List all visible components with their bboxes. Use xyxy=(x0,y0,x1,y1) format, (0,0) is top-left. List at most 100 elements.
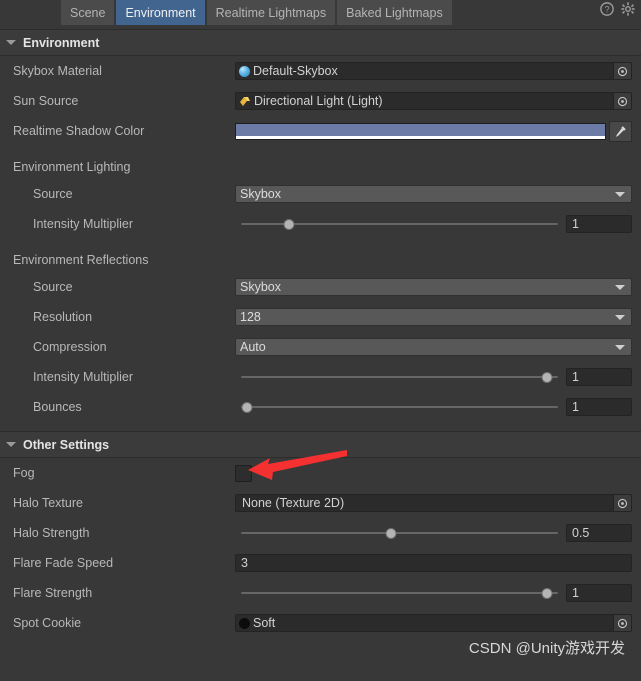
sun-source-value: Directional Light (Light) xyxy=(254,94,383,108)
slider-track xyxy=(241,532,558,534)
realtime-shadow-color-swatch[interactable] xyxy=(235,122,606,140)
other-settings-section-body: Fog Halo Texture None (Texture 2D) Halo … xyxy=(0,458,641,638)
spot-cookie-object-field[interactable]: Soft xyxy=(235,614,632,632)
environment-lighting-intensity-value-field[interactable]: 1 xyxy=(566,215,632,233)
row-environment-reflections-bounces: Bounces 1 xyxy=(0,392,641,422)
section-header-environment[interactable]: Environment xyxy=(0,29,641,56)
row-flare-strength: Flare Strength 1 xyxy=(0,578,641,608)
environment-lighting-source-dropdown[interactable]: Skybox xyxy=(235,185,632,203)
skybox-material-object-field[interactable]: Default-Skybox xyxy=(235,62,632,80)
halo-strength-value: 0.5 xyxy=(572,526,590,540)
gear-icon[interactable] xyxy=(621,2,635,16)
environment-reflections-source-value: Skybox xyxy=(240,280,281,294)
tab-baked-lightmaps[interactable]: Baked Lightmaps xyxy=(337,0,452,25)
chevron-down-icon xyxy=(615,315,625,320)
color-swatch-alpha-bar xyxy=(236,135,605,139)
row-environment-lighting-group: Environment Lighting xyxy=(0,155,641,179)
environment-reflections-compression-field-wrap: Auto xyxy=(235,338,641,356)
row-environment-lighting-source: Source Skybox xyxy=(0,179,641,209)
environment-reflections-bounces-value-field[interactable]: 1 xyxy=(566,398,632,416)
row-environment-reflections-resolution: Resolution 128 xyxy=(0,302,641,332)
help-icon[interactable]: ? xyxy=(600,2,614,16)
environment-reflections-compression-dropdown[interactable]: Auto xyxy=(235,338,632,356)
environment-lighting-intensity-slider[interactable] xyxy=(235,215,560,233)
environment-reflections-intensity-value-field[interactable]: 1 xyxy=(566,368,632,386)
sun-source-object-picker-icon[interactable] xyxy=(613,93,631,109)
slider-track xyxy=(241,406,558,408)
skybox-material-field-wrap: Default-Skybox xyxy=(235,62,641,80)
slider-knob[interactable] xyxy=(541,587,553,599)
sun-source-object-field[interactable]: Directional Light (Light) xyxy=(235,92,632,110)
tab-environment-label: Environment xyxy=(125,5,196,20)
svg-text:?: ? xyxy=(605,5,610,15)
environment-reflections-intensity-field-wrap: 1 xyxy=(235,368,641,386)
environment-reflections-source-dropdown[interactable]: Skybox xyxy=(235,278,632,296)
slider-knob[interactable] xyxy=(283,218,295,230)
foldout-triangle-icon[interactable] xyxy=(6,442,16,447)
fog-checkbox[interactable] xyxy=(235,464,252,482)
spot-cookie-object-picker-icon[interactable] xyxy=(613,615,631,631)
environment-reflections-source-field-wrap: Skybox xyxy=(235,278,641,296)
row-realtime-shadow-color: Realtime Shadow Color xyxy=(0,116,641,146)
flare-fade-speed-label: Flare Fade Speed xyxy=(13,556,114,570)
halo-texture-object-field[interactable]: None (Texture 2D) xyxy=(235,494,632,512)
texture-preview-icon xyxy=(239,617,250,629)
environment-reflections-source-label: Source xyxy=(33,280,73,294)
environment-reflections-resolution-label: Resolution xyxy=(33,310,93,324)
slider-knob[interactable] xyxy=(541,371,553,383)
tab-realtime-lightmaps[interactable]: Realtime Lightmaps xyxy=(206,0,336,25)
row-flare-fade-speed: Flare Fade Speed 3 xyxy=(0,548,641,578)
flare-strength-value: 1 xyxy=(572,586,579,600)
environment-lighting-source-value: Skybox xyxy=(240,187,281,201)
halo-strength-field-wrap: 0.5 xyxy=(235,524,641,542)
sun-source-field-wrap: Directional Light (Light) xyxy=(235,92,641,110)
skybox-material-label: Skybox Material xyxy=(13,64,102,78)
environment-reflections-intensity-label: Intensity Multiplier xyxy=(33,370,134,384)
environment-reflections-resolution-field-wrap: 128 xyxy=(235,308,641,326)
spot-cookie-label: Spot Cookie xyxy=(13,616,82,630)
spot-cookie-value: Soft xyxy=(253,616,276,630)
halo-strength-slider[interactable] xyxy=(235,524,560,542)
directional-light-icon xyxy=(240,97,250,106)
slider-knob[interactable] xyxy=(241,401,253,413)
chevron-down-icon xyxy=(615,345,625,350)
tab-realtime-lightmaps-label: Realtime Lightmaps xyxy=(215,5,327,20)
section-header-other-settings[interactable]: Other Settings xyxy=(0,431,641,458)
halo-texture-object-picker-icon[interactable] xyxy=(613,495,631,511)
environment-reflections-compression-label: Compression xyxy=(33,340,107,354)
chevron-down-icon xyxy=(615,285,625,290)
row-halo-strength: Halo Strength 0.5 xyxy=(0,518,641,548)
eyedropper-button[interactable] xyxy=(609,120,632,142)
row-environment-lighting-intensity: Intensity Multiplier 1 xyxy=(0,209,641,239)
environment-reflections-bounces-label: Bounces xyxy=(33,400,82,414)
flare-fade-speed-value: 3 xyxy=(241,556,248,570)
environment-reflections-resolution-dropdown[interactable]: 128 xyxy=(235,308,632,326)
window-tab-bar: Scene Environment Realtime Lightmaps Bak… xyxy=(0,0,641,29)
spot-cookie-field-wrap: Soft xyxy=(235,614,641,632)
environment-section-body: Skybox Material Default-Skybox Sun Sourc… xyxy=(0,56,641,431)
row-sun-source: Sun Source Directional Light (Light) xyxy=(0,86,641,116)
fog-field-wrap xyxy=(235,464,641,482)
window-icon-group: ? xyxy=(600,2,635,16)
realtime-shadow-color-field-wrap xyxy=(235,120,641,142)
tab-environment[interactable]: Environment xyxy=(116,0,205,25)
slider-track xyxy=(241,592,558,594)
skybox-material-object-picker-icon[interactable] xyxy=(613,63,631,79)
halo-strength-label: Halo Strength xyxy=(13,526,90,540)
environment-reflections-intensity-slider[interactable] xyxy=(235,368,560,386)
environment-reflections-intensity-value: 1 xyxy=(572,370,579,384)
environment-reflections-bounces-slider[interactable] xyxy=(235,398,560,416)
foldout-triangle-icon[interactable] xyxy=(6,40,16,45)
halo-strength-value-field[interactable]: 0.5 xyxy=(566,524,632,542)
skybox-material-value: Default-Skybox xyxy=(253,64,338,78)
tab-scene[interactable]: Scene xyxy=(61,0,115,25)
environment-lighting-intensity-label: Intensity Multiplier xyxy=(33,217,134,231)
flare-strength-value-field[interactable]: 1 xyxy=(566,584,632,602)
slider-track xyxy=(241,376,558,378)
flare-fade-speed-input[interactable]: 3 xyxy=(235,554,632,572)
slider-knob[interactable] xyxy=(385,527,397,539)
flare-strength-slider[interactable] xyxy=(235,584,560,602)
fog-label: Fog xyxy=(13,466,35,480)
